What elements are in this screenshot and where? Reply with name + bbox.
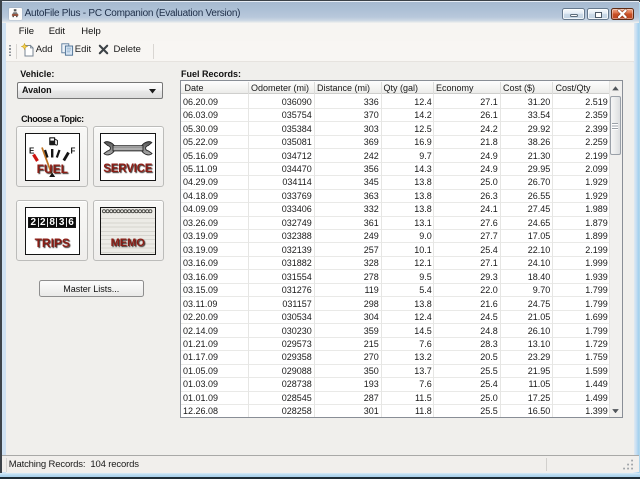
svg-text:F: F <box>70 147 75 156</box>
